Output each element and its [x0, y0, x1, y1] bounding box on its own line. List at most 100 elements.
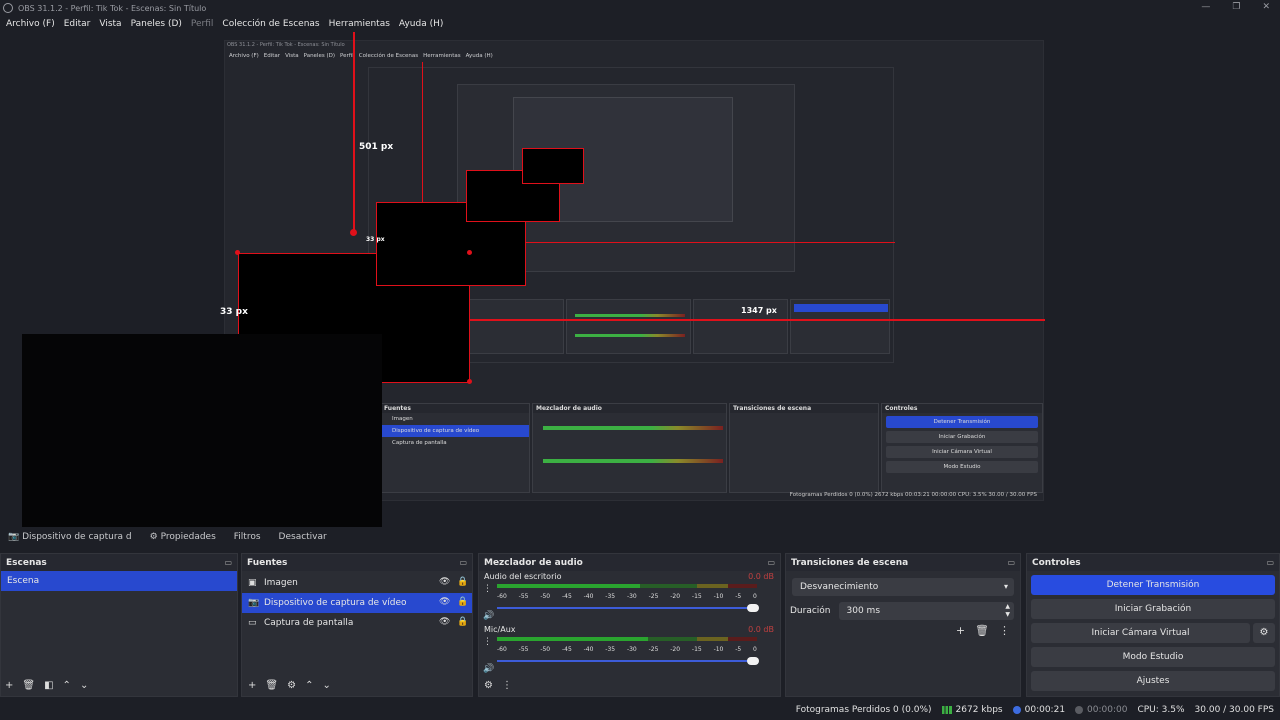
resize-handle[interactable] — [350, 229, 357, 236]
visibility-eye-icon[interactable]: 👁 — [439, 597, 450, 607]
start-virtual-camera-button[interactable]: Iniciar Cámara Virtual — [1031, 623, 1250, 643]
tick: -10 — [713, 593, 724, 600]
spin-arrows-icon[interactable]: ▲ ▼ — [1005, 603, 1010, 619]
nested-stop-button — [794, 304, 888, 312]
undock-icon[interactable]: ▭ — [1266, 558, 1274, 567]
resize-handle[interactable] — [467, 379, 472, 384]
undock-icon[interactable]: ▭ — [767, 558, 775, 567]
scene-item[interactable]: Escena — [1, 571, 237, 591]
nested-menu-item: Ayuda (H) — [465, 53, 493, 59]
speaker-icon[interactable]: 🔊 — [483, 664, 494, 674]
virtual-camera-row: Iniciar Cámara Virtual ⚙ — [1031, 623, 1275, 643]
menu-profile[interactable]: Perfil — [191, 19, 214, 29]
preview-canvas[interactable]: OBS 31.1.2 - Perfil: Tik Tok - Escenas: … — [0, 32, 1280, 527]
nested-controls-panel: Controles Detener Transmisión Iniciar Gr… — [881, 403, 1043, 493]
nested-meter — [543, 426, 723, 430]
settings-button[interactable]: Ajustes — [1031, 671, 1275, 691]
speaker-icon[interactable]: 🔊 — [483, 611, 494, 621]
tick: -10 — [713, 646, 724, 653]
scenes-dock-header: Escenas ▭ — [1, 554, 237, 571]
nested-sources-panel: Fuentes Imagen Dispositivo de captura de… — [380, 403, 530, 493]
gear-icon[interactable]: ⚙ — [1253, 623, 1275, 643]
monitor-icon: ▭ — [248, 618, 257, 628]
camera-icon: 📷 — [8, 531, 23, 542]
resize-handle[interactable] — [235, 250, 240, 255]
studio-mode-button[interactable]: Modo Estudio — [1031, 647, 1275, 667]
menu-docks[interactable]: Paneles (D) — [131, 19, 182, 29]
add-scene-icon[interactable]: + — [5, 680, 13, 691]
advanced-audio-icon[interactable]: ⚙ — [484, 680, 493, 691]
scene-item-label: Escena — [7, 576, 40, 586]
channel-menu-icon[interactable]: ⋮ — [483, 637, 492, 647]
tick: -40 — [583, 593, 594, 600]
transition-select-value: Desvanecimiento — [800, 582, 879, 592]
tick: -55 — [518, 593, 529, 600]
nested-menu-item: Herramientas — [423, 53, 461, 59]
nested-meter — [575, 334, 685, 337]
source-item[interactable]: ▣ Imagen 👁 🔒 — [242, 573, 472, 593]
volume-slider[interactable] — [497, 603, 759, 613]
remove-transition-icon[interactable]: 🗑 — [975, 624, 989, 637]
minimize-button[interactable]: — — [1201, 0, 1210, 14]
menu-file[interactable]: Archivo (F) — [6, 19, 55, 29]
menu-scene-collection[interactable]: Colección de Escenas — [222, 19, 319, 29]
remove-source-icon[interactable]: 🗑 — [265, 680, 278, 691]
move-down-icon[interactable]: ⌄ — [80, 680, 88, 691]
lock-icon[interactable]: 🔒 — [457, 577, 468, 587]
source-item-label: Captura de pantalla — [264, 618, 354, 628]
menu-view[interactable]: Vista — [99, 19, 121, 29]
rec-time-value: 00:00:00 — [1087, 705, 1128, 715]
move-down-icon[interactable]: ⌄ — [322, 680, 330, 691]
lock-icon[interactable]: 🔒 — [457, 617, 468, 627]
menu-help[interactable]: Ayuda (H) — [399, 19, 443, 29]
source-item-label: Dispositivo de captura de vídeo — [264, 598, 407, 608]
volume-knob[interactable] — [747, 657, 759, 665]
menu-tools[interactable]: Herramientas — [329, 19, 390, 29]
transition-menu-icon[interactable]: ⋮ — [999, 624, 1010, 637]
meter-level-red — [728, 584, 757, 588]
undock-icon[interactable]: ▭ — [1007, 558, 1015, 567]
tick: -25 — [648, 646, 659, 653]
tick: -55 — [518, 646, 529, 653]
move-up-icon[interactable]: ⌃ — [305, 680, 313, 691]
undock-icon[interactable]: ▭ — [459, 558, 467, 567]
properties-button[interactable]: ⚙ Propiedades — [150, 532, 216, 542]
lock-icon[interactable]: 🔒 — [457, 597, 468, 607]
nested-menu: Archivo (F) Editar Vista Paneles (D) Perfil C… — [229, 53, 498, 59]
duration-field[interactable]: 300 ms ▲ ▼ — [838, 602, 1014, 620]
tick: -25 — [648, 593, 659, 600]
volume-slider[interactable] — [497, 656, 759, 666]
source-item[interactable]: 📷 Dispositivo de captura de vídeo 👁 🔒 — [242, 593, 472, 613]
source-item[interactable]: ▭ Captura de pantalla 👁 🔒 — [242, 613, 472, 633]
transition-select[interactable]: Desvanecimiento ▾ — [792, 578, 1014, 596]
cpu-usage: CPU: 3.5% — [1137, 705, 1185, 715]
add-source-icon[interactable]: + — [248, 680, 256, 691]
mixer-menu-icon[interactable]: ⋮ — [502, 680, 512, 691]
maximize-button[interactable]: ❐ — [1232, 0, 1240, 14]
mixer-dock-title: Mezclador de audio — [484, 557, 583, 568]
visibility-eye-icon[interactable]: 👁 — [439, 577, 450, 587]
resize-handle[interactable] — [467, 250, 472, 255]
channel-db: 0.0 dB — [748, 572, 774, 581]
filters-button[interactable]: Filtros — [234, 532, 261, 542]
deactivate-button[interactable]: Desactivar — [279, 532, 327, 542]
nested-control-button: Iniciar Cámara Virtual — [886, 446, 1038, 458]
nested-meter — [575, 314, 685, 317]
mixer-channel-mic: Mic/Aux 0.0 dB ⋮ -60 -55 -50 -45 -40 -35 -30 -2… — [479, 624, 780, 677]
source-properties-icon[interactable]: ⚙ — [287, 680, 296, 691]
stop-streaming-button[interactable]: Detener Transmisión — [1031, 575, 1275, 595]
audio-mixer-dock: Mezclador de audio ▭ Audio del escritori… — [478, 553, 781, 697]
record-icon — [1075, 705, 1084, 714]
visibility-eye-icon[interactable]: 👁 — [439, 617, 450, 627]
remove-scene-icon[interactable]: 🗑 — [22, 680, 35, 691]
nested-mixer-panel: Mezclador de audio — [532, 403, 727, 493]
undock-icon[interactable]: ▭ — [224, 558, 232, 567]
close-button[interactable]: ✕ — [1262, 0, 1270, 14]
start-recording-button[interactable]: Iniciar Grabación — [1031, 599, 1275, 619]
add-transition-icon[interactable]: + — [956, 624, 965, 637]
menu-edit[interactable]: Editar — [64, 19, 91, 29]
move-up-icon[interactable]: ⌃ — [63, 680, 71, 691]
volume-knob[interactable] — [747, 604, 759, 612]
channel-menu-icon[interactable]: ⋮ — [483, 584, 492, 594]
scene-filters-icon[interactable]: ◧ — [44, 680, 53, 691]
